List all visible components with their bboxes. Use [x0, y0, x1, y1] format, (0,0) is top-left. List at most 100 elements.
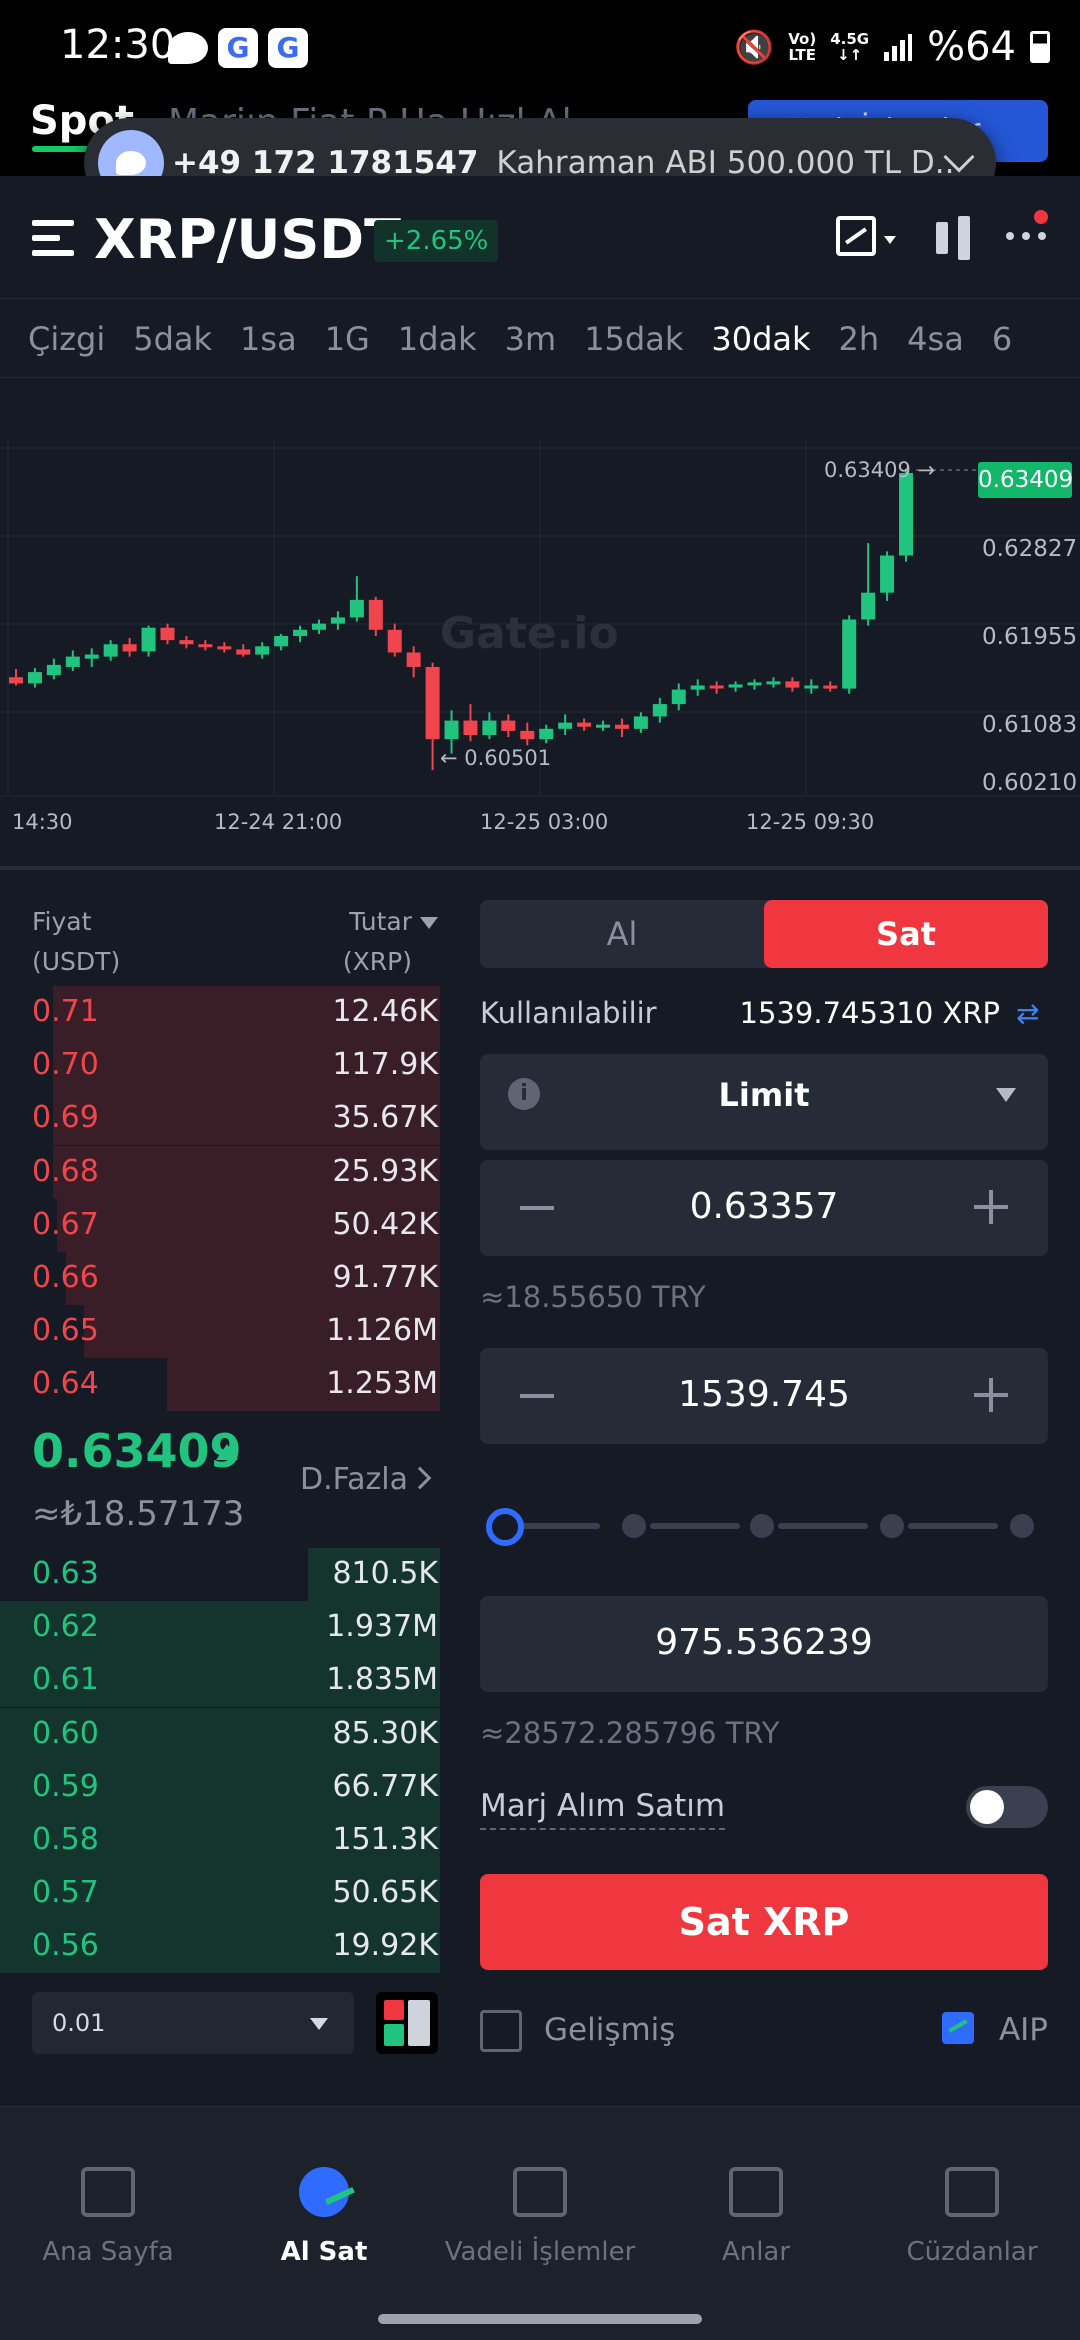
sort-down-icon[interactable] [420, 917, 438, 929]
aip-link[interactable]: AIP [999, 2012, 1048, 2048]
timeframe-tab[interactable]: 30dak [711, 299, 810, 377]
timeframe-tab[interactable]: 4sa [907, 299, 964, 377]
order-book-amount-header[interactable]: Tutar (XRP) [343, 902, 438, 982]
slider-step-50[interactable] [750, 1514, 774, 1538]
bid-row[interactable]: 0.57 50.65K [0, 1867, 440, 1921]
amount-input[interactable]: 1539.745 [480, 1348, 1048, 1444]
google-icon-2: G [268, 28, 308, 68]
bid-row[interactable]: 0.63 810.5K [0, 1548, 440, 1601]
aip-calendar-icon[interactable] [942, 2012, 974, 2044]
price-input[interactable]: 0.63357 [480, 1160, 1048, 1256]
bid-row[interactable]: 0.61 1.835M [0, 1654, 440, 1708]
ask-row[interactable]: 0.70 117.9K [0, 1039, 440, 1093]
more-icon[interactable] [1006, 232, 1046, 240]
advanced-checkbox[interactable] [480, 2010, 522, 2052]
timeframe-tab[interactable]: 2h [839, 299, 880, 377]
row-price: 0.65 [32, 1313, 99, 1349]
timeframe-tab[interactable]: 5dak [133, 299, 212, 377]
candle [842, 615, 857, 694]
ask-row[interactable]: 0.65 1.126M [0, 1305, 440, 1359]
candle [368, 596, 383, 636]
nav-item-4[interactable]: Cüzdanlar [864, 2167, 1080, 2267]
bid-row[interactable]: 0.58 151.3K [0, 1814, 440, 1867]
ask-row[interactable]: 0.68 25.93K [0, 1145, 440, 1199]
bid-row[interactable]: 0.59 66.77K [0, 1760, 440, 1814]
candle-body [558, 722, 573, 729]
candlestick-settings-icon[interactable] [932, 216, 976, 260]
row-amount: 35.67K [332, 1100, 438, 1136]
bid-row[interactable]: 0.56 19.92K [0, 1920, 440, 1974]
sell-tab[interactable]: Sat [764, 900, 1048, 968]
candle-body [160, 627, 175, 641]
chart-toggle-icon[interactable] [836, 216, 876, 256]
pair-title[interactable]: XRP/USDT [94, 208, 401, 271]
candle-body [690, 685, 705, 690]
sell-submit-button[interactable]: Sat XRP [480, 1874, 1048, 1970]
y-tick-label: 0.62827 [982, 536, 1078, 562]
x-tick-label: 12-25 03:00 [480, 810, 609, 834]
row-amount: 25.93K [332, 1153, 438, 1189]
precision-select[interactable]: 0.01 [32, 1992, 354, 2054]
candle [387, 623, 402, 657]
ask-row[interactable]: 0.66 91.77K [0, 1252, 440, 1305]
margin-toggle[interactable] [966, 1786, 1048, 1828]
chart-toggle-caret-icon[interactable] [884, 236, 896, 244]
nav-item-1[interactable]: Al Sat [216, 2167, 432, 2267]
candle-body [539, 728, 554, 740]
candle [311, 619, 326, 634]
nav-item-0[interactable]: Ana Sayfa [0, 2167, 216, 2267]
chevron-right-icon[interactable] [408, 1466, 432, 1490]
margin-trade-label[interactable]: Marj Alım Satım [480, 1788, 726, 1830]
row-amount: 117.9K [332, 1047, 438, 1083]
ask-row[interactable]: 0.64 1.253M [0, 1358, 440, 1412]
row-price: 0.60 [32, 1715, 99, 1751]
candle-body [293, 629, 308, 636]
timeframe-tab[interactable]: 1sa [240, 299, 297, 377]
timeframe-tab[interactable]: 15dak [584, 299, 683, 377]
ask-row[interactable]: 0.71 12.46K [0, 986, 440, 1039]
row-amount: 50.42K [332, 1206, 438, 1242]
slider-step-100[interactable] [1010, 1514, 1034, 1538]
timeframe-tab[interactable]: 1dak [398, 299, 477, 377]
amount-slider[interactable] [480, 1506, 1048, 1546]
menu-icon[interactable] [32, 220, 74, 256]
candle [425, 662, 440, 771]
candle-body [823, 685, 838, 689]
timeframe-tab[interactable]: 6 [992, 299, 1012, 377]
candle-body [804, 685, 819, 689]
slider-handle[interactable] [486, 1508, 524, 1546]
more-depth-link[interactable]: D.Fazla [300, 1462, 408, 1497]
candle [558, 714, 573, 736]
slider-step-25[interactable] [622, 1514, 646, 1538]
ask-row[interactable]: 0.67 50.42K [0, 1198, 440, 1252]
google-icon: G [218, 28, 258, 68]
futures-icon [513, 2167, 567, 2217]
advanced-label[interactable]: Gelişmiş [544, 2012, 675, 2048]
order-type-select[interactable]: i Limit [480, 1054, 1048, 1150]
price-increment-button[interactable] [974, 1190, 1008, 1224]
candle-body [122, 644, 137, 652]
timeframe-tab[interactable]: Çizgi [28, 299, 105, 377]
total-fiat-estimate: ≈28572.285796 TRY [480, 1716, 780, 1750]
nav-item-2[interactable]: Vadeli İşlemler [432, 2167, 648, 2267]
bid-row[interactable]: 0.62 1.937M [0, 1601, 440, 1655]
transfer-icon[interactable]: ⇄ [1016, 1000, 1048, 1028]
candle [520, 722, 535, 746]
wallet-icon [945, 2167, 999, 2217]
nav-item-3[interactable]: Anlar [648, 2167, 864, 2267]
bid-row[interactable]: 0.60 85.30K [0, 1707, 440, 1761]
candle-body [9, 677, 23, 684]
last-price-fiat: ≈₺18.57173 [32, 1494, 245, 1534]
candle-body [482, 720, 497, 736]
row-amount: 66.77K [332, 1768, 438, 1804]
book-layout-icon[interactable] [376, 1992, 438, 2054]
amount-increment-button[interactable] [974, 1378, 1008, 1412]
total-input[interactable]: 975.536239 [480, 1596, 1048, 1692]
price-chart[interactable]: Gate.io 0.63409 → ← 0.60501 0.63409 0.62… [0, 440, 1080, 860]
slider-step-75[interactable] [880, 1514, 904, 1538]
ask-row[interactable]: 0.69 35.67K [0, 1092, 440, 1146]
buy-tab[interactable]: Al [480, 900, 764, 968]
timeframe-tab[interactable]: 3m [505, 299, 557, 377]
candle-body [766, 681, 781, 685]
timeframe-tab[interactable]: 1G [325, 299, 370, 377]
